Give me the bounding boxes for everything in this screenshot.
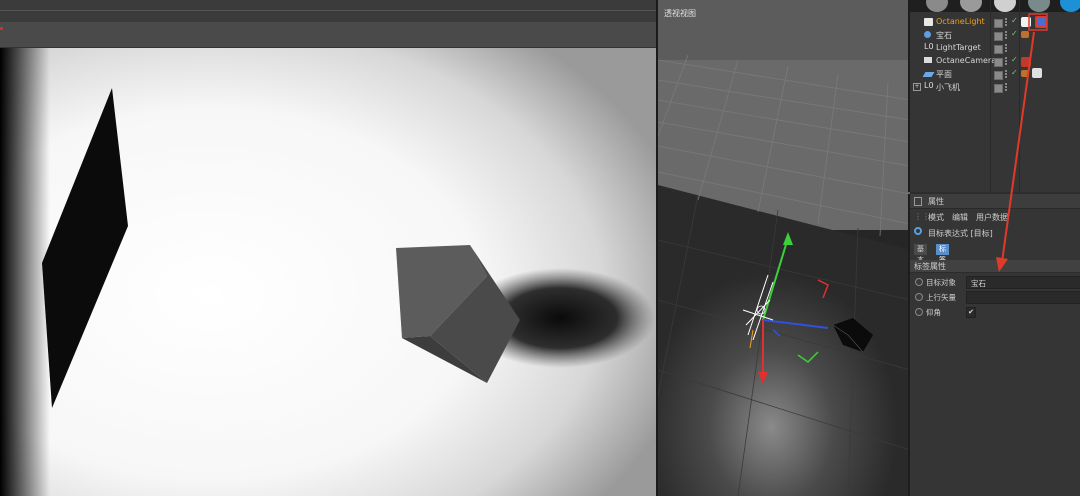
light-icon xyxy=(924,18,933,26)
object-name: LightTarget xyxy=(936,43,981,52)
pitch-checkbox[interactable]: ✔ xyxy=(966,307,976,318)
object-manager[interactable]: OctaneLight 宝石 L0 LightTarget OctaneCame… xyxy=(908,0,1080,192)
prop-label: 上行矢量 xyxy=(926,293,956,302)
camera-icon xyxy=(924,57,932,63)
object-name: 宝石 xyxy=(936,31,952,40)
attribute-title: 属性 xyxy=(928,197,944,206)
field-value: 宝石 xyxy=(971,279,986,288)
visibility-dots-icon[interactable] xyxy=(1005,31,1010,39)
keyframe-radio-icon[interactable] xyxy=(915,278,923,286)
material-tag-icon[interactable] xyxy=(1021,31,1029,38)
object-name: OctaneLight xyxy=(936,17,985,26)
section-header: 标签属性 xyxy=(910,260,1080,273)
tab-tag[interactable]: 标签 xyxy=(936,244,949,264)
camera-tag-icon[interactable] xyxy=(1021,57,1031,67)
layer-flag-icon[interactable] xyxy=(994,58,1003,67)
prop-label: 目标对象 xyxy=(926,278,956,287)
menu-item-mode[interactable]: 模式 xyxy=(928,212,944,223)
layer-flag-icon[interactable] xyxy=(994,84,1003,93)
visibility-dots-icon[interactable] xyxy=(1005,83,1010,91)
perspective-viewport[interactable]: 透视视图 xyxy=(656,0,910,496)
viewport-title: 透视视图 xyxy=(664,9,696,18)
null-icon: L0 xyxy=(924,42,934,51)
visibility-dots-icon[interactable] xyxy=(1005,57,1010,65)
target-object-field[interactable]: 宝石 xyxy=(966,276,1080,289)
layer-flag-icon[interactable] xyxy=(994,19,1003,28)
attribute-header: 属性 xyxy=(910,194,1080,209)
enabled-check-icon[interactable]: ✓ xyxy=(1011,55,1018,64)
texture-tag-icon[interactable] xyxy=(1032,68,1042,78)
tag-title: 目标表达式 [目标] xyxy=(928,229,993,238)
material-ball-icon[interactable] xyxy=(1060,0,1080,12)
enabled-check-icon[interactable]: ✓ xyxy=(1011,16,1018,25)
render-indicator xyxy=(0,27,3,30)
prop-up-vector[interactable]: 上行矢量 xyxy=(910,291,1080,304)
prop-pitch[interactable]: 仰角 ✔ xyxy=(910,306,1080,319)
visibility-dots-icon[interactable] xyxy=(1005,18,1010,26)
enabled-check-icon[interactable]: ✓ xyxy=(1011,29,1018,38)
light-tag-icon[interactable] xyxy=(1021,17,1031,27)
render-toolbar xyxy=(0,22,656,48)
visibility-dots-icon[interactable] xyxy=(1005,70,1010,78)
prop-target-object[interactable]: 目标对象 宝石 xyxy=(910,276,1080,289)
render-scene xyxy=(0,48,656,496)
viewport-scene xyxy=(658,0,910,496)
material-ball-icon[interactable] xyxy=(1028,0,1050,12)
render-topbar xyxy=(0,0,656,23)
object-name: 小飞机 xyxy=(936,83,960,92)
material-tag-icon[interactable] xyxy=(1021,70,1029,77)
target-tag-icon[interactable] xyxy=(1035,16,1047,28)
attribute-manager[interactable]: 属性 ⋮⋮ 模式 编辑 用户数据 目标表达式 [目标] 基本 标签 标签属性 目… xyxy=(908,194,1080,496)
visibility-dots-icon[interactable] xyxy=(1005,44,1010,52)
material-ball-icon[interactable] xyxy=(960,0,982,12)
layer-flag-icon[interactable] xyxy=(994,45,1003,54)
up-vector-field[interactable] xyxy=(966,291,1080,304)
attribute-menu: ⋮⋮ 模式 编辑 用户数据 xyxy=(910,210,1080,224)
section-title: 标签属性 xyxy=(914,262,946,271)
gem-icon xyxy=(924,31,931,38)
null-icon: L0 xyxy=(924,81,934,90)
keyframe-radio-icon[interactable] xyxy=(915,293,923,301)
enabled-check-icon[interactable]: ✓ xyxy=(1011,68,1018,77)
panel-icon xyxy=(914,197,922,206)
plane-icon xyxy=(922,72,935,77)
tab-basic[interactable]: 基本 xyxy=(914,244,927,264)
object-name: OctaneCamera xyxy=(936,56,997,65)
menu-item-edit[interactable]: 编辑 xyxy=(952,212,968,223)
material-ball-icon[interactable] xyxy=(926,0,948,12)
keyframe-radio-icon[interactable] xyxy=(915,308,923,316)
expand-icon[interactable]: + xyxy=(913,83,921,91)
prop-label: 仰角 xyxy=(926,308,941,317)
render-viewport[interactable] xyxy=(0,0,656,496)
tag-title-row: 目标表达式 [目标] xyxy=(910,226,1080,240)
layer-flag-icon[interactable] xyxy=(994,32,1003,41)
target-tag-icon xyxy=(914,227,922,235)
object-name: 平面 xyxy=(936,70,952,79)
menu-item-userdata[interactable]: 用户数据 xyxy=(976,212,1008,223)
layer-flag-icon[interactable] xyxy=(994,71,1003,80)
